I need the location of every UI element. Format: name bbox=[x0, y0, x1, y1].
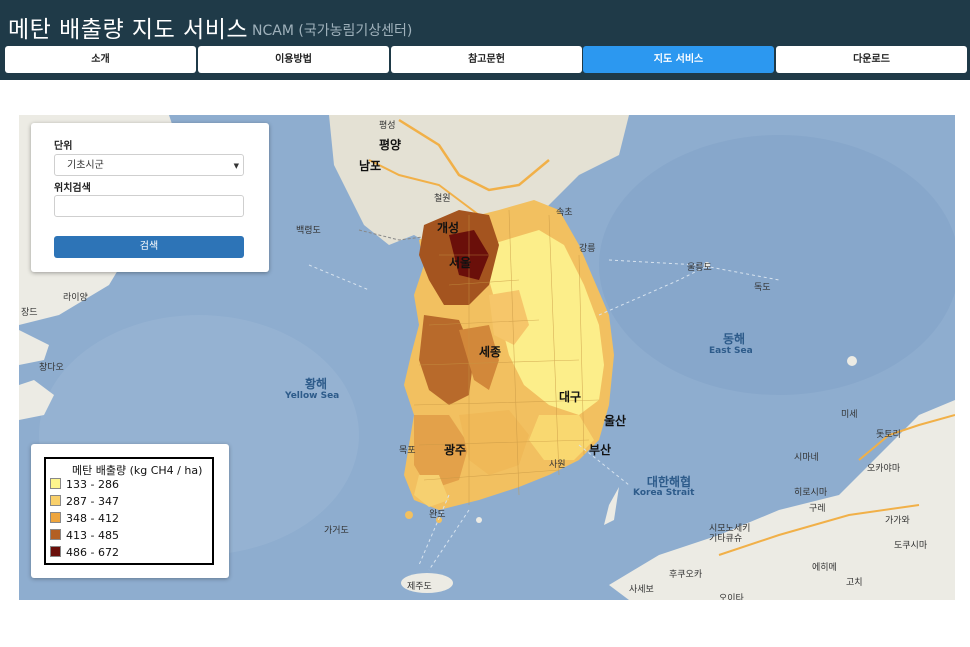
map-city: 대구 bbox=[559, 390, 582, 404]
sea-label-strait-en: Korea Strait bbox=[633, 488, 695, 498]
map-label: 오이타 bbox=[719, 594, 744, 600]
map-city: 개성 bbox=[437, 221, 460, 235]
map-label: 제주도 bbox=[407, 582, 432, 592]
map-label: 강릉 bbox=[579, 244, 596, 254]
map-city: 광주 bbox=[444, 443, 467, 457]
map-label: 에히메 bbox=[812, 563, 837, 573]
legend-swatch bbox=[50, 546, 61, 557]
sea-label-yellow-en: Yellow Sea bbox=[285, 391, 340, 401]
tab-download[interactable]: 다운로드 bbox=[776, 46, 967, 73]
legend: 메탄 배출량 (kg CH4 / ha) 133 - 286 287 - 347… bbox=[44, 457, 214, 565]
map-label: 백령도 bbox=[296, 226, 321, 236]
nav-tabs: 소개 이용방법 참고문헌 지도 서비스 다운로드 bbox=[5, 46, 970, 74]
map-label: 속초 bbox=[556, 208, 573, 218]
map-label: 목포 bbox=[399, 446, 416, 456]
legend-panel: 메탄 배출량 (kg CH4 / ha) 133 - 286 287 - 347… bbox=[31, 444, 229, 578]
legend-item: 486 - 672 bbox=[50, 546, 119, 560]
tab-references[interactable]: 참고문헌 bbox=[391, 46, 582, 73]
map-label: 고치 bbox=[846, 578, 863, 588]
map-label: 라이양 bbox=[63, 293, 88, 303]
map-label: 울릉도 bbox=[687, 263, 712, 273]
map-city: 부산 bbox=[589, 443, 612, 457]
chevron-down-icon: ▼ bbox=[233, 162, 239, 170]
map-label: 독도 bbox=[754, 283, 771, 293]
tab-map-service[interactable]: 지도 서비스 bbox=[583, 46, 774, 73]
map-label: 완도 bbox=[429, 510, 446, 520]
page-title: 메탄 배출량 지도 서비스 bbox=[8, 17, 249, 43]
page-subtitle: NCAM (국가농림기상센터) bbox=[252, 23, 413, 39]
map-label: 미세 bbox=[841, 410, 858, 420]
map-label: 사원 bbox=[549, 460, 566, 470]
tab-usage[interactable]: 이용방법 bbox=[198, 46, 389, 73]
legend-swatch bbox=[50, 529, 61, 540]
map-city: 세종 bbox=[479, 345, 502, 359]
map-label: 기타큐슈 bbox=[709, 534, 743, 544]
map-label: 오카야마 bbox=[867, 464, 901, 474]
map-label: 도쿠시마 bbox=[894, 541, 928, 551]
sea-label-east-en: East Sea bbox=[709, 346, 753, 356]
legend-item: 413 - 485 bbox=[50, 529, 119, 543]
search-panel: 단위 기초시군 ▼ 위치검색 검색 bbox=[31, 123, 269, 272]
map-label: 돗토리 bbox=[876, 430, 901, 440]
unit-select[interactable]: 기초시군 ▼ bbox=[54, 154, 244, 176]
map-label: 창다오 bbox=[39, 363, 64, 373]
map-label: 시마네 bbox=[794, 453, 819, 463]
map-label: 히로시마 bbox=[794, 488, 828, 498]
legend-swatch bbox=[50, 495, 61, 506]
map-label: 사세보 bbox=[629, 585, 654, 595]
legend-swatch bbox=[50, 478, 61, 489]
map-label: 후쿠오카 bbox=[669, 570, 703, 580]
legend-item: 348 - 412 bbox=[50, 512, 119, 526]
sea-label-east: 동해 bbox=[722, 332, 746, 346]
unit-select-value: 기초시군 bbox=[67, 160, 104, 171]
map-label: 가가와 bbox=[885, 516, 910, 526]
legend-swatch bbox=[50, 512, 61, 523]
sea-label-yellow: 황해 bbox=[304, 377, 328, 391]
map-label: 가거도 bbox=[324, 526, 349, 536]
legend-item: 287 - 347 bbox=[50, 495, 119, 509]
unit-label: 단위 bbox=[54, 141, 73, 152]
tab-intro[interactable]: 소개 bbox=[5, 46, 196, 73]
map-label: 장드 bbox=[21, 308, 38, 318]
search-button[interactable]: 검색 bbox=[54, 236, 244, 258]
app-header: 메탄 배출량 지도 서비스 NCAM (국가농림기상센터) 소개 이용방법 참고… bbox=[0, 0, 970, 80]
location-search-input[interactable] bbox=[54, 195, 244, 217]
map-city: 서울 bbox=[449, 256, 472, 270]
legend-item: 133 - 286 bbox=[50, 478, 119, 492]
map-city: 평양 bbox=[379, 138, 402, 152]
search-label: 위치검색 bbox=[54, 183, 91, 194]
map-city: 남포 bbox=[359, 159, 382, 173]
map-city: 울산 bbox=[604, 414, 627, 428]
legend-title: 메탄 배출량 (kg CH4 / ha) bbox=[72, 464, 203, 477]
map-label: 구레 bbox=[809, 504, 826, 514]
map-label: 철원 bbox=[434, 194, 451, 204]
map-label: 평성 bbox=[379, 121, 396, 131]
